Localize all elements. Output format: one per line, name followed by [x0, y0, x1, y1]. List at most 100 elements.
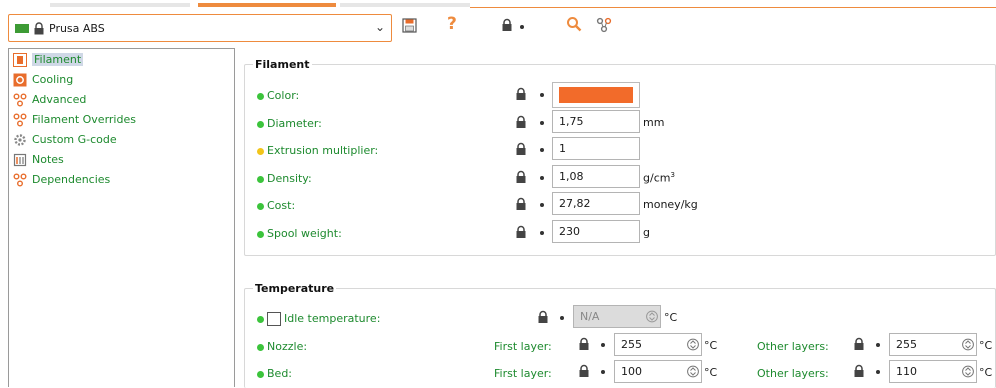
nozzle-first-layer-input[interactable]: 255: [614, 333, 702, 356]
tab-active[interactable]: [198, 3, 336, 7]
sidebar-item-filament[interactable]: Filament: [13, 51, 84, 69]
nozzle-other-layers-input[interactable]: 255: [889, 333, 977, 356]
bed-first-layer-unit: °C: [704, 366, 718, 379]
spin-icon[interactable]: [687, 336, 699, 353]
lock-icon[interactable]: [514, 197, 528, 211]
cost-label: Cost:: [257, 199, 295, 212]
diameter-input[interactable]: 1,75: [552, 110, 640, 133]
cooling-icon: [13, 73, 27, 87]
bullet-icon: [540, 93, 544, 97]
filament-group-title: Filament: [253, 58, 312, 71]
status-dot: [257, 343, 264, 351]
bullet-icon: [560, 316, 564, 320]
status-dot: [257, 370, 264, 378]
extrusion-input[interactable]: 1: [552, 137, 640, 160]
status-dot: [257, 120, 264, 128]
sidebar-item-filament-overrides[interactable]: Filament Overrides: [13, 111, 136, 129]
lock-icon[interactable]: [577, 364, 591, 378]
idle-temperature-label: Idle temperature:: [257, 312, 380, 326]
color-picker[interactable]: [552, 82, 640, 108]
density-label: Density:: [257, 172, 312, 185]
bullet-icon: [540, 148, 544, 152]
nozzle-first-layer-label: First layer:: [494, 340, 552, 353]
bullet-icon: [540, 176, 544, 180]
nozzle-first-layer-unit: °C: [704, 339, 718, 352]
idle-temperature-unit: °C: [664, 311, 678, 324]
lock-icon[interactable]: [852, 364, 866, 378]
tab-rule: [470, 7, 996, 8]
sidebar-item-dependencies[interactable]: Dependencies: [13, 171, 110, 189]
cost-input[interactable]: 27,82: [552, 192, 640, 215]
cost-unit: money/kg: [643, 198, 698, 211]
lock-icon[interactable]: [514, 87, 528, 101]
lock-icon[interactable]: [577, 337, 591, 351]
density-unit: g/cm3: [643, 171, 675, 185]
spin-icon[interactable]: [687, 363, 699, 380]
bullet-icon: [876, 370, 880, 374]
bullet-icon: [540, 121, 544, 125]
sidebar-item-cooling[interactable]: Cooling: [13, 71, 73, 89]
bed-first-layer-input[interactable]: 100: [614, 360, 702, 383]
status-dot: [257, 92, 264, 100]
nozzle-other-layers-unit: °C: [979, 339, 993, 352]
preset-name: Prusa ABS: [49, 22, 105, 35]
status-dot: [257, 315, 264, 323]
tab-inactive[interactable]: [50, 3, 190, 7]
advanced-icon: [13, 93, 27, 107]
bed-label: Bed:: [257, 367, 292, 380]
idle-temperature-checkbox[interactable]: [267, 312, 281, 326]
bed-other-layers-input[interactable]: 110: [889, 360, 977, 383]
filament-flag-icon: [15, 24, 29, 33]
notes-icon: [13, 153, 27, 167]
sidebar-item-advanced[interactable]: Advanced: [13, 91, 86, 109]
bed-other-layers-unit: °C: [979, 366, 993, 379]
filament-icon: [13, 53, 27, 67]
bullet-icon: [876, 343, 880, 347]
compare-icon[interactable]: [596, 17, 612, 33]
overrides-icon: [13, 113, 27, 127]
lock-icon[interactable]: [514, 225, 528, 239]
bullet-icon: [540, 203, 544, 207]
dependencies-icon: [13, 173, 27, 187]
bullet-icon: [520, 25, 524, 29]
spool-weight-unit: g: [643, 226, 650, 239]
spool-weight-label: Spool weight:: [257, 227, 342, 240]
lock-icon[interactable]: [514, 142, 528, 156]
lock-icon: [34, 22, 44, 35]
bed-first-layer-label: First layer:: [494, 367, 552, 380]
lock-icon[interactable]: [852, 337, 866, 351]
status-dot: [257, 230, 264, 238]
tab-inactive[interactable]: [340, 3, 470, 7]
status-dot: [257, 202, 264, 210]
density-input[interactable]: 1,08: [552, 165, 640, 188]
spool-weight-input[interactable]: 230: [552, 220, 640, 243]
page-tree: Filament Cooling Advanced Filament Overr…: [8, 48, 235, 387]
question-icon[interactable]: ?: [447, 14, 457, 34]
bed-other-layers-label: Other layers:: [757, 367, 829, 380]
spin-icon[interactable]: [962, 336, 974, 353]
status-dot: [257, 147, 264, 155]
gcode-icon: [14, 134, 26, 146]
spin-icon[interactable]: [962, 363, 974, 380]
preset-combobox[interactable]: Prusa ABS ⌄: [8, 14, 392, 42]
status-dot: [257, 175, 264, 183]
bullet-icon: [601, 370, 605, 374]
diameter-unit: mm: [643, 116, 665, 129]
lock-icon[interactable]: [514, 170, 528, 184]
color-label: Color:: [257, 89, 299, 102]
extrusion-label: Extrusion multiplier:: [257, 144, 378, 157]
bullet-icon: [601, 343, 605, 347]
lock-icon[interactable]: [536, 310, 550, 324]
save-icon[interactable]: [402, 18, 417, 33]
nozzle-other-layers-label: Other layers:: [757, 340, 829, 353]
temperature-group-title: Temperature: [253, 282, 337, 295]
sidebar-item-notes[interactable]: Notes: [13, 151, 64, 169]
sidebar-item-custom-gcode[interactable]: Custom G-code: [13, 131, 117, 149]
search-icon[interactable]: [566, 16, 582, 32]
nozzle-label: Nozzle:: [257, 340, 307, 353]
lock-icon[interactable]: [514, 115, 528, 129]
bullet-icon: [540, 231, 544, 235]
lock-icon[interactable]: [500, 18, 514, 32]
chevron-down-icon[interactable]: ⌄: [375, 20, 385, 34]
tab-strip: [0, 0, 996, 8]
